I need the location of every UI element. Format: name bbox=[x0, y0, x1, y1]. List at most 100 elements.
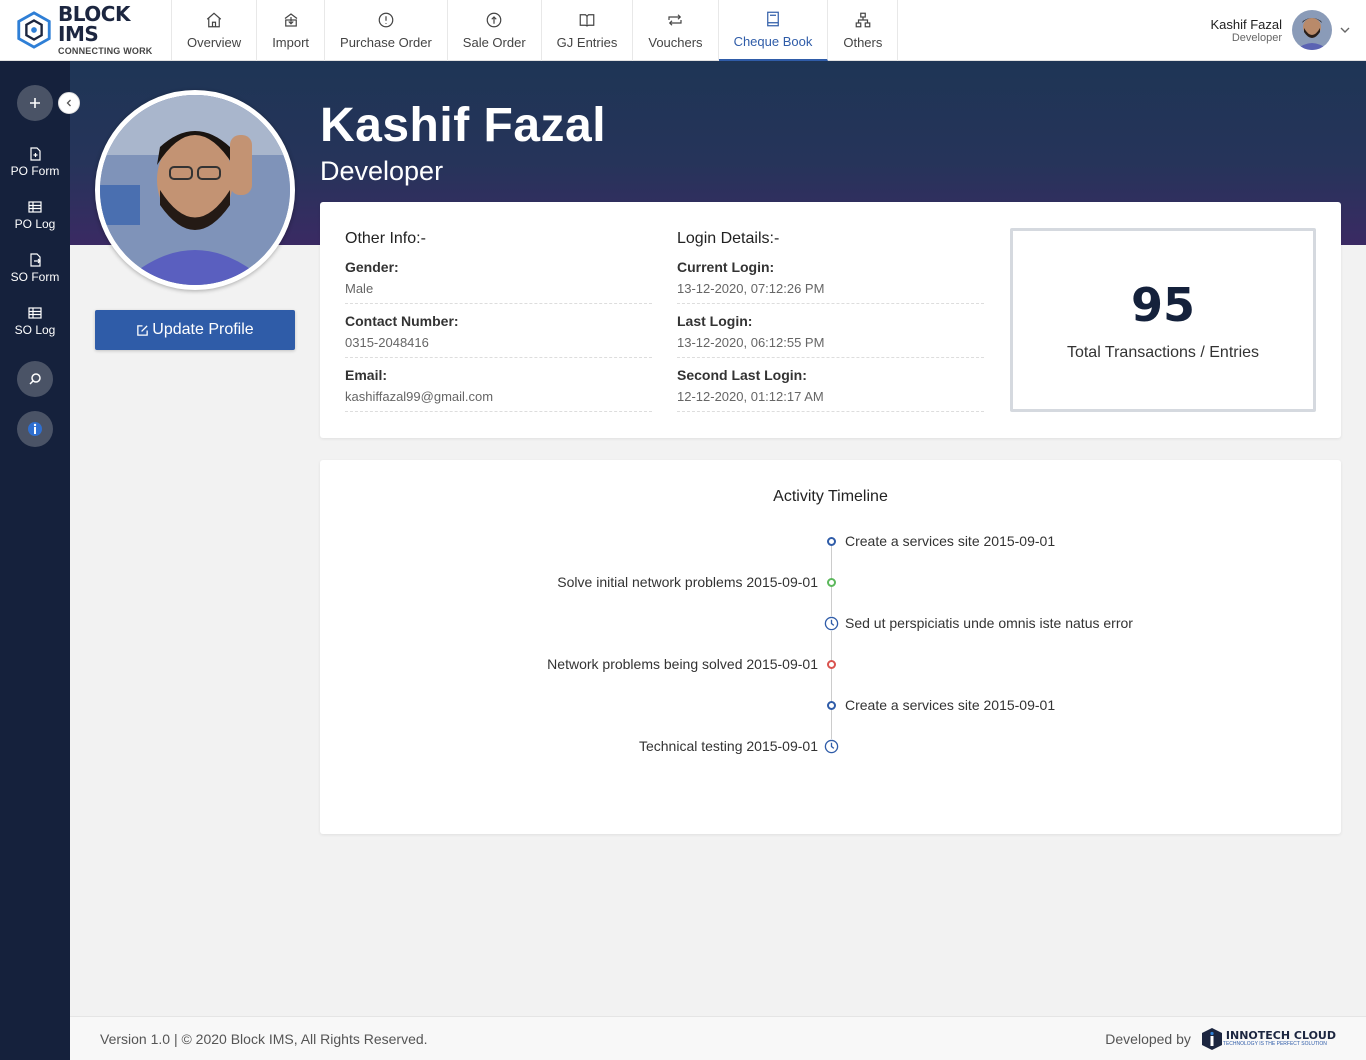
timeline-dot bbox=[827, 701, 836, 710]
nav-label: Cheque Book bbox=[733, 34, 813, 49]
sidebar-item-so-form[interactable]: SO Form bbox=[10, 253, 60, 284]
table-icon bbox=[28, 201, 42, 213]
field-value: 13-12-2020, 07:12:26 PM bbox=[677, 281, 825, 296]
sidebar-item-po-form[interactable]: PO Form bbox=[11, 147, 59, 178]
field-label: Gender: bbox=[345, 259, 399, 275]
info-logo-icon bbox=[28, 422, 42, 436]
innotech-logo-icon bbox=[1201, 1027, 1222, 1050]
footer: Version 1.0 | © 2020 Block IMS, All Righ… bbox=[70, 1016, 1366, 1060]
chevron-down-icon[interactable] bbox=[1338, 23, 1352, 37]
nav-label: GJ Entries bbox=[556, 35, 618, 50]
timeline-item-text: Create a services site 2015-09-01 bbox=[845, 697, 1056, 713]
sidebar-collapse-button[interactable] bbox=[58, 92, 80, 114]
cheque-book-icon bbox=[767, 11, 779, 27]
timeline-title: Activity Timeline bbox=[773, 488, 888, 505]
repeat-icon bbox=[668, 14, 683, 26]
field-label: Contact Number: bbox=[345, 313, 459, 329]
clock-icon bbox=[824, 616, 839, 631]
nav-overview[interactable]: Overview bbox=[172, 0, 258, 61]
nav-purchase-order[interactable]: Purchase Order bbox=[325, 0, 448, 61]
developed-by-label: Developed by bbox=[1105, 1030, 1191, 1047]
file-export-icon bbox=[30, 253, 41, 267]
nav-label: Others bbox=[843, 35, 883, 50]
profile-role: Developer bbox=[320, 156, 444, 186]
main-nav: Overview Import Purchase Order Sale Orde… bbox=[172, 0, 899, 61]
user-menu[interactable]: Kashif Fazal Developer bbox=[1210, 0, 1366, 60]
field-label: Last Login: bbox=[677, 313, 753, 329]
chevron-left-icon bbox=[66, 99, 71, 107]
sidebar-item-label: PO Log bbox=[14, 217, 56, 231]
timeline-dot bbox=[827, 537, 836, 546]
sitemap-icon bbox=[855, 12, 871, 28]
import-icon bbox=[284, 13, 297, 27]
field-label: Current Login: bbox=[677, 259, 775, 275]
nav-label: Overview bbox=[187, 35, 242, 50]
timeline-item-text: Create a services site 2015-09-01 bbox=[845, 533, 1056, 549]
sale-order-icon bbox=[486, 12, 502, 28]
avatar[interactable] bbox=[1292, 10, 1332, 50]
profile-photo bbox=[95, 90, 295, 290]
last-login-field: Last Login: 13-12-2020, 06:12:55 PM bbox=[677, 313, 984, 358]
stat-value: 95 bbox=[1130, 278, 1195, 332]
home-icon bbox=[206, 12, 222, 28]
profile-info-card: Other Info:- Gender: Male Contact Number… bbox=[320, 202, 1341, 438]
nav-import[interactable]: Import bbox=[257, 0, 326, 61]
nav-cheque-book[interactable]: Cheque Book bbox=[718, 0, 829, 61]
profile-photo-image-icon bbox=[100, 95, 290, 285]
timeline-item-text: Solve initial network problems 2015-09-0… bbox=[557, 574, 818, 590]
nav-others[interactable]: Others bbox=[828, 0, 899, 61]
company-tagline: TECHNOLOGY IS THE PERFECT SOLUTION bbox=[1222, 1041, 1327, 1047]
profile-name: Kashif Fazal bbox=[320, 99, 607, 152]
user-name: Kashif Fazal bbox=[1210, 16, 1282, 32]
field-value: Male bbox=[345, 281, 374, 296]
nav-label: Sale Order bbox=[462, 35, 526, 50]
timeline-item-text: Network problems being solved 2015-09-01 bbox=[547, 656, 818, 672]
other-info-section: Other Info:- Gender: Male Contact Number… bbox=[345, 230, 652, 421]
update-profile-button[interactable]: Update Profile bbox=[95, 310, 295, 350]
plus-icon bbox=[30, 98, 40, 108]
sidebar-item-so-log[interactable]: SO Log bbox=[14, 306, 56, 337]
nav-sale-order[interactable]: Sale Order bbox=[448, 0, 542, 61]
nav-vouchers[interactable]: Vouchers bbox=[633, 0, 719, 61]
sidebar-item-label: SO Form bbox=[10, 270, 60, 284]
file-plus-icon bbox=[30, 147, 41, 161]
sidebar-item-label: SO Log bbox=[14, 323, 56, 337]
brand-logo[interactable]: BLOCK IMS CONNECTING WORK bbox=[0, 0, 172, 60]
activity-timeline-card: Activity Timeline Create a services site… bbox=[320, 460, 1341, 834]
other-info-heading: Other Info:- bbox=[345, 230, 426, 247]
add-button[interactable] bbox=[17, 85, 53, 121]
book-open-icon bbox=[579, 14, 595, 27]
user-role: Developer bbox=[1231, 31, 1282, 44]
brand-tagline: CONNECTING WORK bbox=[58, 46, 153, 56]
update-profile-label: Update Profile bbox=[152, 321, 254, 338]
innotech-cloud-logo[interactable]: INNOTECH CLOUD TECHNOLOGY IS THE PERFECT… bbox=[1201, 1027, 1336, 1051]
login-details-section: Login Details:- Current Login: 13-12-202… bbox=[677, 230, 984, 421]
field-value: kashiffazal99@gmail.com bbox=[345, 389, 494, 404]
timeline-item-text: Sed ut perspiciatis unde omnis iste natu… bbox=[845, 615, 1133, 631]
contact-number-field: Contact Number: 0315-2048416 bbox=[345, 313, 652, 358]
field-label: Second Last Login: bbox=[677, 367, 807, 383]
nav-gj-entries[interactable]: GJ Entries bbox=[542, 0, 634, 61]
sidebar-item-po-log[interactable]: PO Log bbox=[14, 200, 56, 231]
gender-field: Gender: Male bbox=[345, 259, 652, 304]
purchase-order-icon bbox=[378, 12, 394, 28]
email-field: Email: kashiffazal99@gmail.com bbox=[345, 367, 652, 412]
sidebar: PO Form PO Log SO Form SO Log bbox=[0, 61, 70, 1060]
info-button[interactable] bbox=[17, 411, 53, 447]
login-details-heading: Login Details:- bbox=[677, 230, 780, 247]
brand-name: BLOCK IMS bbox=[58, 2, 130, 46]
second-last-login-field: Second Last Login: 12-12-2020, 01:12:17 … bbox=[677, 367, 984, 412]
avatar-image-icon bbox=[1292, 10, 1332, 50]
timeline-item-text: Technical testing 2015-09-01 bbox=[638, 738, 818, 754]
top-navbar: BLOCK IMS CONNECTING WORK Overview Impor… bbox=[0, 0, 1366, 61]
company-name: INNOTECH CLOUD bbox=[1225, 1029, 1336, 1042]
table-icon bbox=[28, 307, 42, 319]
timeline-dot bbox=[827, 578, 836, 587]
field-value: 0315-2048416 bbox=[345, 335, 429, 350]
nav-label: Vouchers bbox=[648, 35, 703, 50]
search-button[interactable] bbox=[17, 361, 53, 397]
footer-copyright: Version 1.0 | © 2020 Block IMS, All Righ… bbox=[100, 1030, 428, 1047]
field-value: 13-12-2020, 06:12:55 PM bbox=[677, 335, 825, 350]
total-transactions-stat: 95 Total Transactions / Entries bbox=[1010, 228, 1316, 412]
edit-icon bbox=[137, 324, 149, 336]
